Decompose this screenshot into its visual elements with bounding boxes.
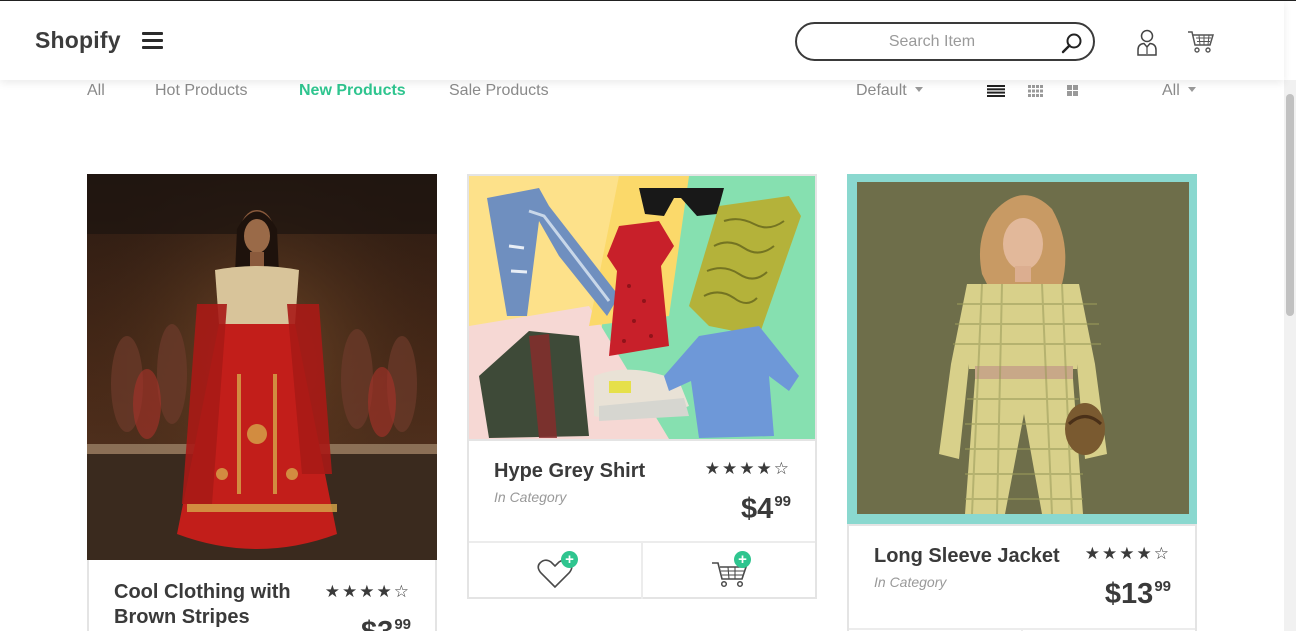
- product-price: $1399: [1105, 578, 1171, 611]
- product-price: $399: [361, 616, 411, 631]
- product-price: $499: [741, 493, 791, 526]
- product-card[interactable]: Cool Clothing with Brown Stripes ★★★★☆ $…: [87, 174, 437, 631]
- tab-new-products[interactable]: New Products: [299, 82, 406, 100]
- divider: [641, 543, 643, 599]
- price-main: $13: [1104, 578, 1154, 610]
- product-image[interactable]: [847, 174, 1197, 524]
- rating-stars: ★★★★☆: [704, 459, 791, 478]
- show-dropdown-label: All: [1162, 82, 1180, 99]
- add-to-cart-button[interactable]: +: [710, 551, 751, 589]
- scrollbar-thumb[interactable]: [1286, 94, 1294, 316]
- search-input[interactable]: [807, 31, 1057, 53]
- product-card[interactable]: Long Sleeve Jacket In Category ★★★★☆ $13…: [847, 174, 1197, 631]
- add-to-wishlist-button[interactable]: +: [535, 551, 578, 589]
- plus-badge: +: [561, 551, 578, 568]
- sort-dropdown-label: Default: [856, 82, 907, 99]
- price-main: $4: [741, 493, 774, 525]
- header: Shopify: [0, 1, 1284, 80]
- product-image[interactable]: [87, 174, 437, 560]
- tab-all[interactable]: All: [87, 82, 105, 100]
- product-category[interactable]: In Category: [874, 574, 946, 590]
- search-icon[interactable]: [1061, 32, 1083, 54]
- chevron-down-icon: [1187, 87, 1196, 92]
- product-info: Cool Clothing with Brown Stripes ★★★★☆ $…: [87, 560, 437, 631]
- grid-large-icon[interactable]: [1067, 85, 1078, 96]
- card-actions: + +: [469, 541, 815, 599]
- price-cents: 99: [1154, 578, 1171, 595]
- product-image[interactable]: [469, 176, 815, 439]
- user-icon[interactable]: [1135, 28, 1159, 56]
- menu-icon[interactable]: [142, 32, 163, 50]
- product-category[interactable]: In Category: [494, 489, 566, 505]
- product-title[interactable]: Cool Clothing with Brown Stripes: [114, 580, 291, 630]
- search-bar: [795, 22, 1095, 61]
- price-main: $3: [361, 616, 393, 631]
- page: Shopify All: [0, 0, 1296, 631]
- grid-small-icon[interactable]: [1028, 85, 1043, 97]
- product-info: Long Sleeve Jacket In Category ★★★★☆ $13…: [849, 524, 1195, 631]
- product-title-line: Cool Clothing with: [114, 581, 291, 603]
- chevron-down-icon: [914, 87, 923, 92]
- product-title[interactable]: Hype Grey Shirt: [494, 459, 645, 484]
- product-title[interactable]: Long Sleeve Jacket: [874, 544, 1060, 569]
- tab-hot-products[interactable]: Hot Products: [155, 82, 247, 100]
- rating-stars: ★★★★☆: [324, 582, 411, 601]
- product-info: Hype Grey Shirt In Category ★★★★☆ $499: [469, 439, 815, 543]
- rating-stars: ★★★★☆: [1084, 544, 1171, 563]
- scrollbar[interactable]: [1284, 80, 1296, 631]
- price-cents: 99: [774, 493, 791, 510]
- cart-icon[interactable]: [1187, 30, 1215, 54]
- sort-dropdown[interactable]: Default: [856, 82, 923, 100]
- list-view-icon[interactable]: [987, 85, 1005, 97]
- plus-badge: +: [734, 551, 751, 568]
- price-cents: 99: [394, 616, 411, 631]
- tab-sale-products[interactable]: Sale Products: [449, 82, 549, 100]
- brand-logo[interactable]: Shopify: [35, 27, 121, 54]
- product-card[interactable]: Hype Grey Shirt In Category ★★★★☆ $499 +: [467, 174, 817, 599]
- show-dropdown[interactable]: All: [1162, 82, 1196, 100]
- product-title-line: Brown Stripes: [114, 606, 250, 628]
